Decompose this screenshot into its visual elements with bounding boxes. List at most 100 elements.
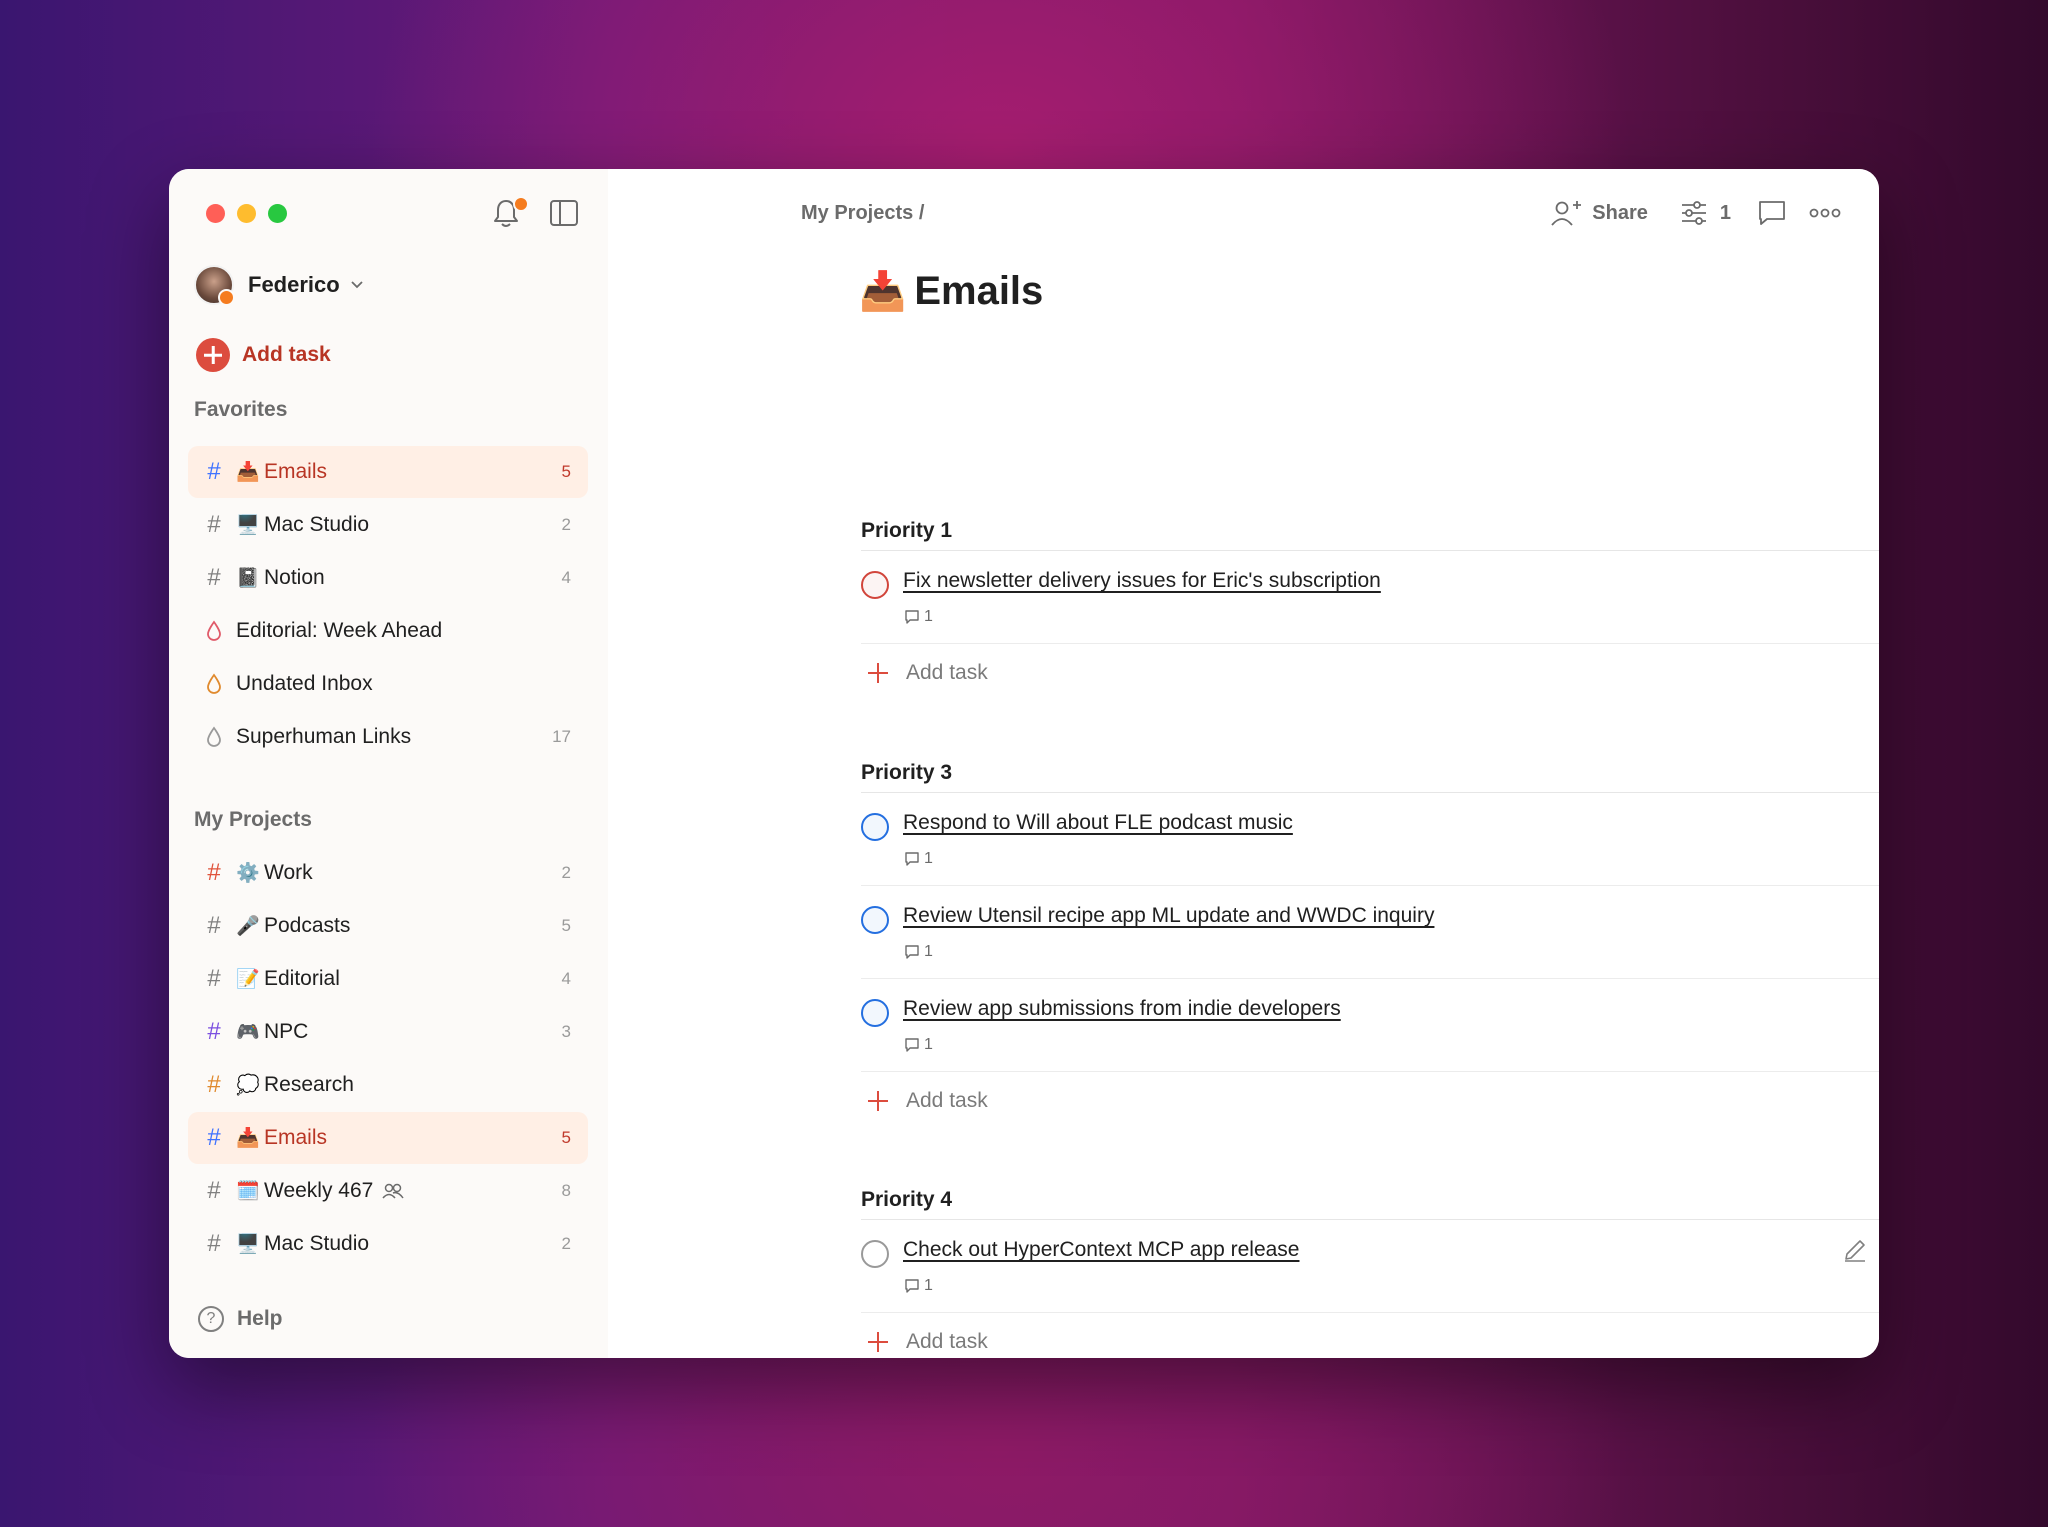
inbox-tray-icon: 📥 bbox=[236, 1128, 260, 1149]
section-header[interactable]: Priority 1 bbox=[861, 512, 1879, 551]
task-title[interactable]: Review app submissions from indie develo… bbox=[903, 997, 1341, 1021]
task-row[interactable]: Respond to Will about FLE podcast music … bbox=[861, 793, 1879, 886]
add-task-label: Add task bbox=[906, 661, 988, 684]
section-header[interactable]: Priority 4 bbox=[861, 1181, 1879, 1220]
sliders-icon bbox=[1681, 201, 1706, 225]
favorite-item-undated-inbox[interactable]: Undated Inbox bbox=[188, 658, 588, 710]
favorite-item-mac-studio[interactable]: # 🖥️ Mac Studio 2 bbox=[188, 499, 588, 551]
app-window: Federico Add task Favorites # 📥 Emails 5… bbox=[169, 169, 1879, 1358]
add-task-label: Add task bbox=[242, 343, 331, 366]
comment-icon bbox=[905, 610, 919, 624]
sidebar-toggle-icon[interactable] bbox=[549, 199, 579, 227]
avatar-status-dot bbox=[218, 289, 235, 306]
favorite-item-emails[interactable]: # 📥 Emails 5 bbox=[188, 446, 588, 498]
share-button[interactable]: Share bbox=[1550, 199, 1648, 227]
task-row[interactable]: Review Utensil recipe app ML update and … bbox=[861, 886, 1879, 979]
project-item-count: 2 bbox=[561, 1234, 571, 1253]
favorite-item-superhuman-links[interactable]: Superhuman Links 17 bbox=[188, 711, 588, 763]
project-item-emails[interactable]: # 📥 Emails 5 bbox=[188, 1112, 588, 1164]
user-menu[interactable]: Federico bbox=[194, 264, 364, 306]
project-item-mac-studio[interactable]: # 🖥️ Mac Studio 2 bbox=[188, 1218, 588, 1270]
task-checkbox[interactable] bbox=[861, 906, 889, 934]
project-item-editorial[interactable]: # 📝 Editorial 4 bbox=[188, 953, 588, 1005]
comment-count: 1 bbox=[924, 943, 933, 960]
task-checkbox[interactable] bbox=[861, 999, 889, 1027]
project-item-label: Editorial bbox=[264, 967, 340, 990]
more-options-button[interactable] bbox=[1809, 207, 1841, 219]
hash-icon: # bbox=[207, 965, 221, 992]
task-checkbox[interactable] bbox=[861, 813, 889, 841]
project-item-label: Research bbox=[264, 1073, 354, 1096]
comment-count: 1 bbox=[924, 850, 933, 867]
my-projects-heading[interactable]: My Projects bbox=[194, 808, 312, 832]
project-item-count: 5 bbox=[561, 1128, 571, 1147]
task-comments[interactable]: 1 bbox=[904, 1277, 933, 1295]
window-minimize-button[interactable] bbox=[237, 204, 256, 223]
project-item-work[interactable]: # ⚙️ Work 2 bbox=[188, 847, 588, 899]
window-close-button[interactable] bbox=[206, 204, 225, 223]
favorite-item-count: 17 bbox=[552, 727, 571, 746]
task-comments[interactable]: 1 bbox=[904, 850, 933, 868]
chevron-down-icon bbox=[351, 281, 363, 289]
add-task-button[interactable]: Add task bbox=[861, 1072, 1879, 1130]
filter-drop-icon bbox=[200, 726, 228, 748]
filter-drop-icon bbox=[200, 673, 228, 695]
hash-icon: # bbox=[207, 1230, 221, 1257]
help-button[interactable]: ? Help bbox=[198, 1306, 283, 1332]
favorites-heading[interactable]: Favorites bbox=[194, 398, 287, 422]
hash-icon: # bbox=[207, 859, 221, 886]
project-item-label: Mac Studio bbox=[264, 1232, 370, 1255]
task-title[interactable]: Check out HyperContext MCP app release bbox=[903, 1238, 1299, 1262]
project-item-label: Work bbox=[264, 861, 313, 884]
main-content: My Projects / Share 1 📥 Emails Priority … bbox=[608, 169, 1879, 1358]
project-item-podcasts[interactable]: # 🎤 Podcasts 5 bbox=[188, 900, 588, 952]
comment-icon bbox=[905, 1038, 919, 1052]
window-zoom-button[interactable] bbox=[268, 204, 287, 223]
project-item-npc[interactable]: # 🎮 NPC 3 bbox=[188, 1006, 588, 1058]
project-item-research[interactable]: # 💭 Research bbox=[188, 1059, 588, 1111]
project-item-count: 8 bbox=[561, 1181, 571, 1200]
project-item-label: NPC bbox=[264, 1020, 309, 1043]
task-checkbox[interactable] bbox=[861, 571, 889, 599]
task-row[interactable]: Check out HyperContext MCP app release 1 bbox=[861, 1220, 1879, 1313]
task-title[interactable]: Respond to Will about FLE podcast music bbox=[903, 811, 1293, 835]
breadcrumb[interactable]: My Projects / bbox=[801, 202, 924, 225]
top-toolbar: Share 1 bbox=[1550, 193, 1841, 233]
project-item-weekly-467[interactable]: # 🗓️ Weekly 467 8 bbox=[188, 1165, 588, 1217]
favorite-item-notion[interactable]: # 📓 Notion 4 bbox=[188, 552, 588, 604]
microphone-icon: 🎤 bbox=[236, 916, 260, 937]
section-header[interactable]: Priority 3 bbox=[861, 754, 1879, 793]
add-task-button[interactable]: Add task bbox=[861, 644, 1879, 702]
question-circle-icon: ? bbox=[198, 1306, 224, 1332]
favorite-item-label: Emails bbox=[264, 460, 328, 483]
comment-icon bbox=[1759, 201, 1785, 225]
hash-icon: # bbox=[207, 1071, 221, 1098]
sidebar: Federico Add task Favorites # 📥 Emails 5… bbox=[169, 169, 608, 1358]
comments-button[interactable] bbox=[1757, 199, 1787, 227]
task-title[interactable]: Review Utensil recipe app ML update and … bbox=[903, 904, 1434, 928]
favorite-item-label: Mac Studio bbox=[264, 513, 370, 536]
task-checkbox[interactable] bbox=[861, 1240, 889, 1268]
task-comments[interactable]: 1 bbox=[904, 608, 933, 626]
page-title-text: Emails bbox=[914, 269, 1044, 313]
task-title[interactable]: Fix newsletter delivery issues for Eric'… bbox=[903, 569, 1381, 593]
task-comments[interactable]: 1 bbox=[904, 1036, 933, 1054]
edit-pencil-icon[interactable] bbox=[1841, 1236, 1869, 1264]
page-title[interactable]: 📥 Emails bbox=[859, 269, 1043, 314]
notification-badge bbox=[513, 196, 529, 212]
shared-people-icon bbox=[382, 1183, 404, 1199]
hash-icon: # bbox=[207, 458, 221, 485]
section-priority-3: Priority 3 Respond to Will about FLE pod… bbox=[861, 754, 1879, 1130]
sidebar-add-task-button[interactable]: Add task bbox=[196, 338, 331, 372]
filter-drop-icon bbox=[200, 620, 228, 642]
comment-count: 1 bbox=[924, 1036, 933, 1053]
share-label: Share bbox=[1592, 201, 1648, 224]
view-options-button[interactable]: 1 bbox=[1680, 200, 1731, 226]
task-comments[interactable]: 1 bbox=[904, 943, 933, 961]
task-row[interactable]: Review app submissions from indie develo… bbox=[861, 979, 1879, 1072]
favorite-item-editorial-week-ahead[interactable]: Editorial: Week Ahead bbox=[188, 605, 588, 657]
gear-icon: ⚙️ bbox=[236, 863, 260, 884]
favorite-item-count: 5 bbox=[561, 462, 571, 481]
task-row[interactable]: Fix newsletter delivery issues for Eric'… bbox=[861, 551, 1879, 644]
add-task-button[interactable]: Add task bbox=[861, 1313, 1879, 1358]
